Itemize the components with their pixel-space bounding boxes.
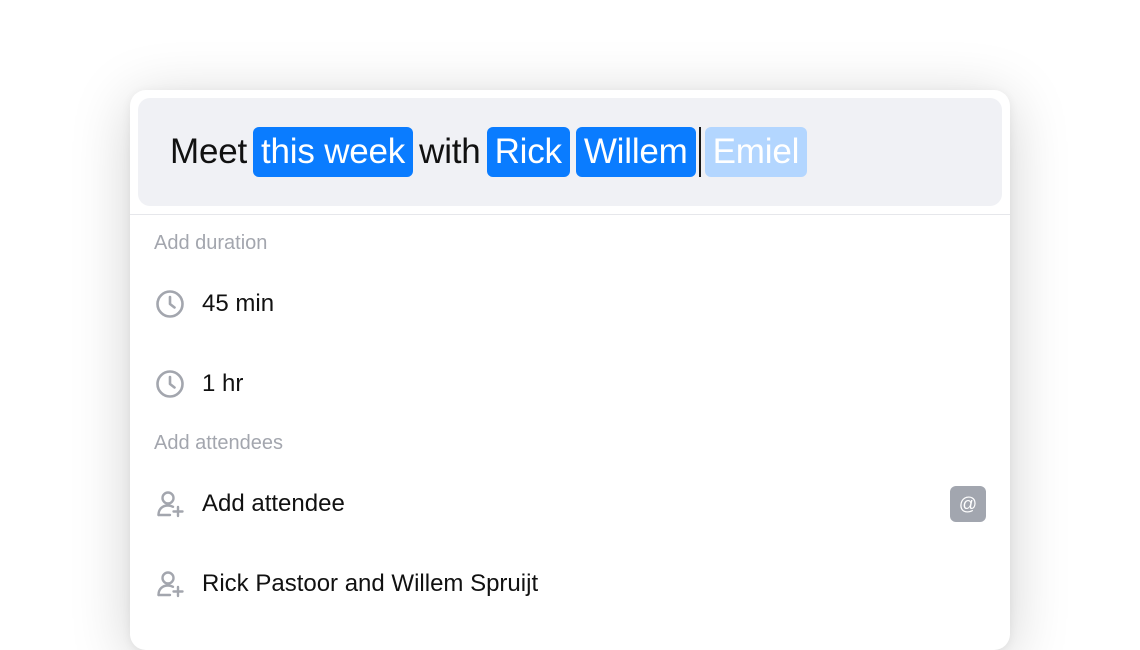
chip-time-range[interactable]: this week [253, 127, 414, 177]
option-label: 1 hr [202, 370, 244, 397]
add-user-icon [154, 568, 186, 600]
option-duration-45-min[interactable]: 45 min [154, 280, 986, 328]
chip-attendee-willem[interactable]: Willem [575, 127, 696, 177]
chip-attendee-rick[interactable]: Rick [486, 127, 570, 177]
add-user-icon [154, 488, 186, 520]
chip-suggestion-emiel[interactable]: Emiel [704, 127, 808, 177]
option-label: 45 min [202, 290, 275, 317]
option-attendee-suggestion[interactable]: Rick Pastoor and Willem Spruijt [154, 560, 986, 608]
query-word-with: with [419, 132, 481, 171]
command-palette: Meet this week with Rick Willem Emiel Ad… [130, 90, 1010, 650]
option-duration-1-hr[interactable]: 1 hr [154, 360, 986, 408]
clock-icon [154, 368, 186, 400]
option-add-attendee[interactable]: Add attendee @ [154, 480, 986, 528]
at-shortcut-badge: @ [950, 486, 986, 522]
clock-icon [154, 288, 186, 320]
query-input[interactable]: Meet this week with Rick Willem Emiel [138, 98, 1002, 206]
option-label: Add attendee [202, 490, 345, 517]
divider [130, 214, 1010, 215]
text-caret [698, 127, 701, 177]
section-heading-attendees: Add attendees [154, 432, 283, 454]
option-label: Rick Pastoor and Willem Spruijt [202, 570, 539, 597]
section-heading-duration: Add duration [154, 232, 268, 254]
query-word-meet: Meet [170, 132, 248, 171]
